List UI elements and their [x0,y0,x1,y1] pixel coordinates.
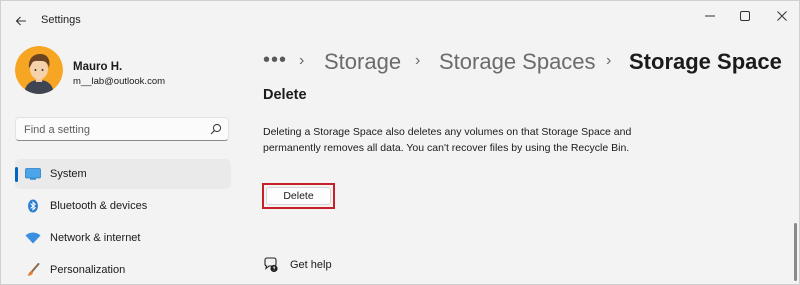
search-icon[interactable] [210,123,222,135]
sidebar-item-label: System [50,168,87,180]
user-name: Mauro H. [73,61,123,73]
maximize-button[interactable] [733,7,757,25]
sidebar-item-network-internet[interactable]: Network & internet [15,223,231,253]
minimize-button[interactable] [698,7,722,25]
breadcrumb-more-button[interactable]: ••• [263,49,287,72]
sidebar-item-label: Network & internet [50,232,141,244]
section-title: Delete [263,87,307,103]
sidebar-item-label: Bluetooth & devices [50,200,148,212]
sidebar-item-bluetooth-devices[interactable]: Bluetooth & devices [15,191,231,221]
back-button[interactable] [11,11,31,31]
title-bar: Settings [1,1,799,39]
wifi-icon [25,231,41,245]
sidebar-item-system[interactable]: System [15,159,231,189]
get-help-link[interactable]: Get help [290,259,332,271]
breadcrumb-item-storage[interactable]: Storage [324,49,401,75]
close-icon [777,11,787,21]
sidebar-item-personalization[interactable]: Personalization [15,255,231,284]
maximize-icon [740,11,750,21]
breadcrumb: ••• › Storage › Storage Spaces › Storage… [263,49,793,79]
chevron-right-icon: › [299,52,305,69]
user-email: m__lab@outlook.com [73,76,166,87]
arrow-left-icon [15,16,26,26]
bluetooth-icon [25,199,41,213]
app-title: Settings [41,14,81,26]
brush-icon [25,263,41,277]
minimize-icon [705,15,715,17]
close-button[interactable] [770,7,794,25]
user-avatar-icon [15,46,63,94]
scrollbar[interactable] [794,223,797,281]
avatar[interactable] [15,46,63,94]
settings-window: Settings Mauro H. m__lab@outlook.com Fin… [0,0,800,285]
search-box[interactable] [15,117,229,141]
breadcrumb-item-storage-spaces[interactable]: Storage Spaces [439,49,596,75]
monitor-icon [25,167,41,181]
page-title: Storage Space [629,49,782,74]
delete-button[interactable]: Delete [266,187,331,205]
chevron-right-icon: › [606,52,612,69]
active-indicator [15,167,18,182]
chevron-right-icon: › [415,52,421,69]
help-icon [264,257,278,273]
sidebar-item-label: Personalization [50,264,126,276]
search-input[interactable] [24,122,204,137]
delete-description: Deleting a Storage Space also deletes an… [263,126,632,154]
